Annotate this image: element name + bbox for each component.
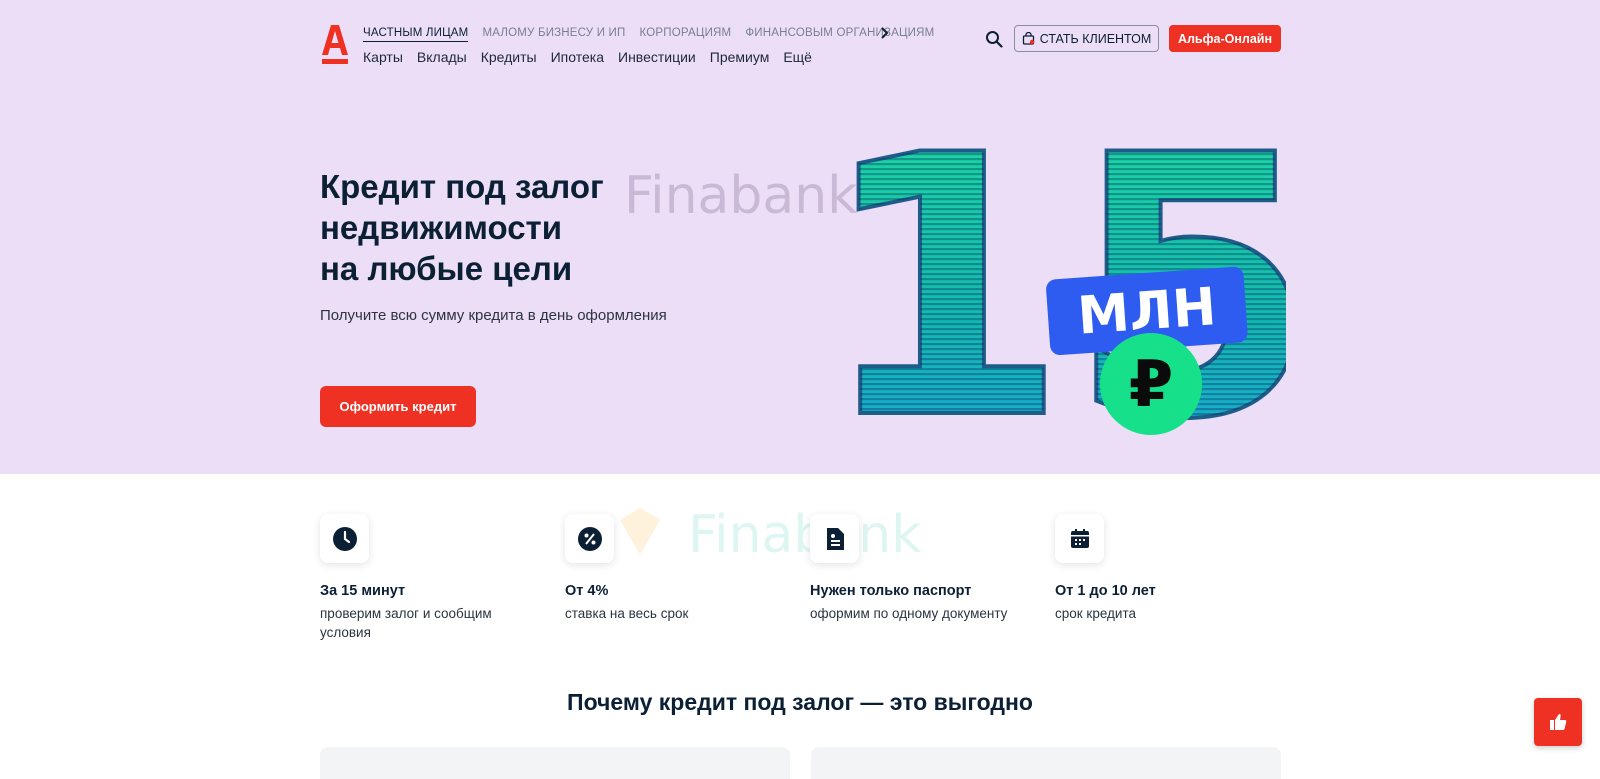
clock-icon <box>332 526 357 551</box>
feature-title: От 4% <box>565 583 609 599</box>
hero-title-line: на любые цели <box>320 250 573 287</box>
feedback-button[interactable] <box>1534 698 1582 746</box>
become-client-button[interactable]: СТАТЬ КЛИЕНТОМ <box>1014 25 1159 52</box>
feature-title: От 1 до 10 лет <box>1055 583 1156 599</box>
benefit-card <box>320 747 790 779</box>
feature-icon-box <box>565 514 614 563</box>
ruble-sign: ₽ <box>1129 348 1174 422</box>
nav-credits[interactable]: Кредиты <box>481 49 537 65</box>
feature-desc: оформим по одному документу <box>810 606 1008 621</box>
tab-small-business[interactable]: МАЛОМУ БИЗНЕСУ И ИП <box>482 27 625 42</box>
calendar-icon <box>1070 528 1089 548</box>
feature-desc: ставка на весь срок <box>565 606 689 621</box>
become-client-label: СТАТЬ КЛИЕНТОМ <box>1039 31 1152 46</box>
percent-icon <box>577 526 602 551</box>
hero-subtitle: Получите всю сумму кредита в день оформл… <box>320 307 667 324</box>
feature-title: Нужен только паспорт <box>810 583 972 599</box>
feature-item: От 1 до 10 лет срок кредита <box>1055 514 1275 624</box>
features-row: За 15 минут проверим залог и сообщим усл… <box>320 514 1300 654</box>
nav-investments[interactable]: Инвестиции <box>618 49 696 65</box>
search-icon[interactable] <box>985 30 1003 48</box>
document-icon <box>826 527 844 550</box>
hero-illustration: 15 15 МЛН ₽ <box>826 128 1286 458</box>
nav-more[interactable]: Ещё <box>783 49 812 65</box>
feature-desc: проверим залог и сообщим условия <box>320 606 492 640</box>
tab-financial-orgs[interactable]: ФИНАНСОВЫМ ОРГАНИЗАЦИЯМ <box>745 27 934 42</box>
benefit-card <box>811 747 1281 779</box>
apply-credit-button[interactable]: Оформить кредит <box>320 386 476 427</box>
nav-cards[interactable]: Карты <box>363 49 403 65</box>
nav-mortgage[interactable]: Ипотека <box>551 49 604 65</box>
feature-item: Нужен только паспорт оформим по одному д… <box>810 514 1030 624</box>
chevron-right-icon[interactable] <box>879 27 889 39</box>
feature-title: За 15 минут <box>320 583 406 599</box>
watermark-text: Finabank <box>624 166 858 226</box>
nav-deposits[interactable]: Вклады <box>417 49 467 65</box>
segment-tabs: ЧАСТНЫМ ЛИЦАМ МАЛОМУ БИЗНЕСУ И ИП КОРПОР… <box>363 27 934 42</box>
section-title: Почему кредит под залог — это выгодно <box>567 689 1033 715</box>
feature-icon-box <box>810 514 859 563</box>
feature-item: За 15 минут проверим залог и сообщим усл… <box>320 514 540 642</box>
feature-icon-box <box>320 514 369 563</box>
thumbs-up-icon <box>1550 714 1567 730</box>
hero-section: ЧАСТНЫМ ЛИЦАМ МАЛОМУ БИЗНЕСУ И ИП КОРПОР… <box>0 0 1600 474</box>
tab-private[interactable]: ЧАСТНЫМ ЛИЦАМ <box>363 27 469 42</box>
feature-item: От 4% ставка на весь срок <box>565 514 785 624</box>
feature-icon-box <box>1055 514 1104 563</box>
alfa-online-button[interactable]: Альфа-Онлайн <box>1169 25 1281 52</box>
main-nav: Карты Вклады Кредиты Ипотека Инвестиции … <box>363 49 812 65</box>
nav-premium[interactable]: Премиум <box>710 49 770 65</box>
bag-icon <box>1022 32 1034 45</box>
alfa-logo-icon[interactable] <box>320 23 350 65</box>
feature-desc: срок кредита <box>1055 606 1137 621</box>
tab-corporations[interactable]: КОРПОРАЦИЯМ <box>640 27 732 42</box>
